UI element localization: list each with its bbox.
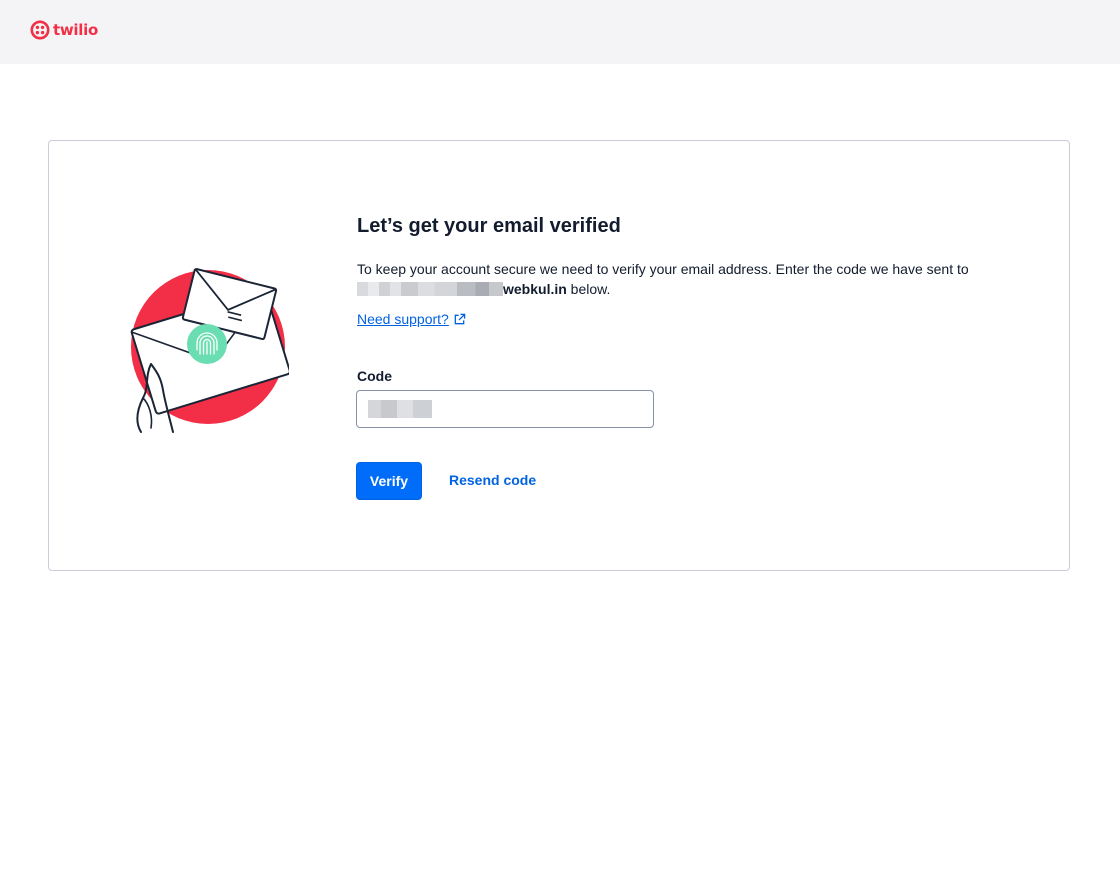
twilio-logo[interactable]: twilio (30, 18, 98, 42)
external-link-icon (454, 313, 466, 324)
description-suffix: below. (566, 281, 611, 297)
verification-card: Let’s get your email verified To keep yo… (48, 140, 1070, 571)
redacted-email-part (401, 282, 457, 296)
need-support-label: Need support? (357, 311, 449, 327)
verify-button[interactable]: Verify (356, 462, 422, 500)
description-prefix: To keep your account secure we need to v… (357, 261, 969, 277)
need-support-link[interactable]: Need support? (357, 311, 466, 327)
verification-description: To keep your account secure we need to v… (357, 259, 1007, 299)
logo-text: twilio (53, 21, 98, 39)
twilio-logo-icon (30, 20, 50, 40)
email-domain: webkul.in (503, 281, 567, 297)
code-label: Code (357, 368, 392, 384)
code-input[interactable] (356, 390, 654, 428)
envelope-fingerprint-illustration-icon (130, 268, 289, 433)
redacted-email-part (357, 282, 401, 296)
page-title: Let’s get your email verified (357, 215, 621, 237)
code-value (368, 400, 432, 418)
redacted-email-part (457, 282, 503, 296)
resend-code-button[interactable]: Resend code (449, 472, 536, 488)
top-bar: twilio (0, 0, 1120, 64)
